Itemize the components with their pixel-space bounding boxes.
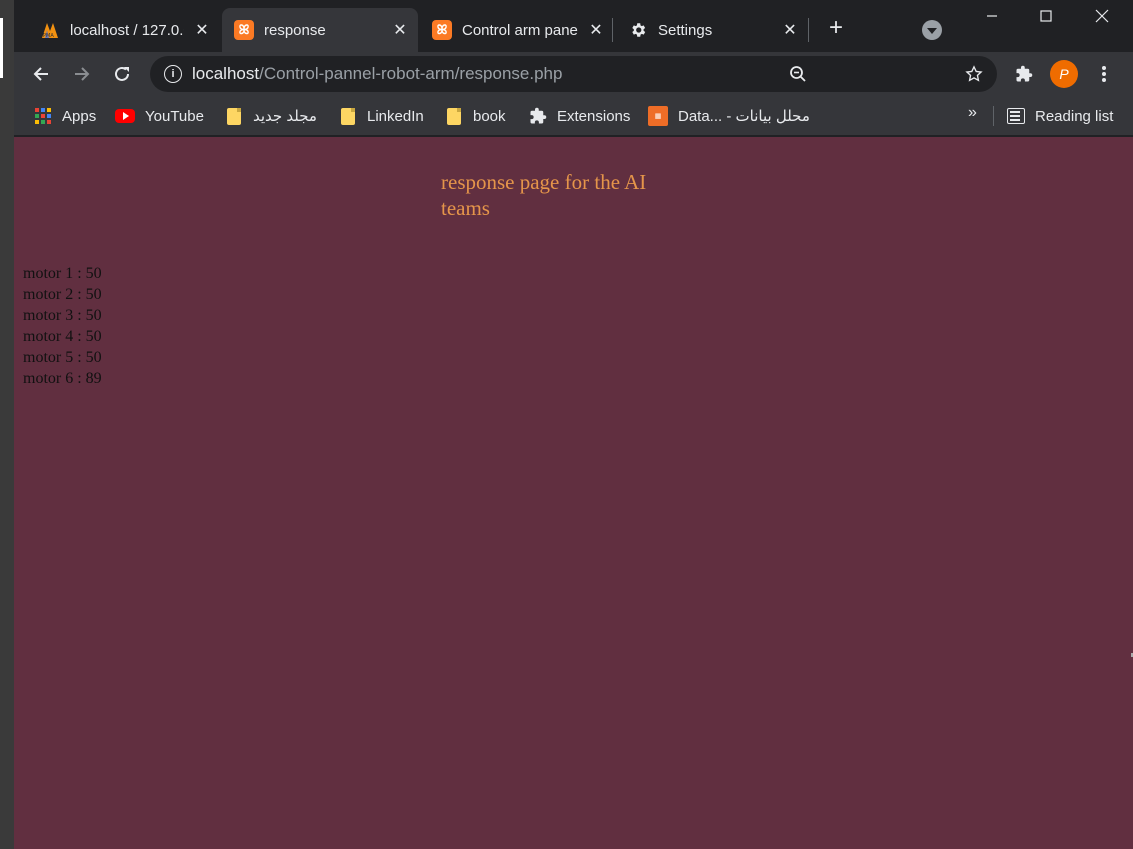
tab-title: Settings — [658, 21, 713, 39]
tab-title: localhost / 127.0.0 — [70, 21, 184, 39]
arrow-left-icon — [33, 67, 48, 81]
extensions-button[interactable] — [1008, 58, 1040, 90]
arrow-right-icon — [75, 67, 90, 81]
bookmark-label: book — [473, 107, 506, 125]
youtube-icon — [115, 107, 135, 125]
profile-avatar[interactable]: P — [1050, 60, 1078, 88]
motor-2-value: motor 2 : 50 — [23, 286, 102, 303]
maximize-icon — [1040, 10, 1052, 22]
folder-icon — [445, 107, 463, 125]
page-content: response page for the AI teams motor 1 :… — [14, 137, 1133, 849]
window-edge-highlight — [0, 18, 3, 78]
bookmarks-divider — [993, 106, 994, 126]
toolbar: i localhost/Control-pannel-robot-arm/res… — [14, 52, 1133, 96]
reading-list-icon — [1007, 107, 1025, 125]
reading-list-label: Reading list — [1035, 107, 1114, 125]
bookmark-label: مجلد جديد — [253, 108, 317, 125]
star-icon — [965, 65, 983, 82]
zoom-out-icon — [790, 66, 806, 82]
tab-title: response — [264, 21, 326, 39]
motor-6-value: motor 6 : 89 — [23, 370, 102, 387]
close-window-button[interactable] — [1079, 0, 1125, 32]
svg-text:PMA: PMA — [43, 33, 54, 39]
new-tab-button[interactable]: + — [822, 14, 850, 42]
bookmark-label: Extensions — [557, 107, 631, 125]
back-button[interactable] — [25, 58, 57, 90]
puzzle-icon — [529, 107, 547, 125]
window-left-edge — [0, 0, 14, 849]
tab-strip: PMA localhost / 127.0.0 ✕ ꕤ response ✕ ꕤ… — [14, 0, 1133, 52]
url-text: localhost/Control-pannel-robot-arm/respo… — [192, 64, 562, 84]
tab-title: Control arm panel — [462, 21, 578, 39]
page-heading: response page for the AI teams — [441, 170, 647, 220]
folder-icon — [339, 107, 357, 125]
tab-divider — [808, 18, 809, 42]
bookmark-data-analyst[interactable]: ▦ Data... - محلل بيانات — [648, 104, 810, 128]
site-info-icon[interactable]: i — [164, 65, 182, 83]
url-host: localhost — [192, 64, 260, 83]
motor-5-value: motor 5 : 50 — [23, 349, 102, 366]
folder-icon — [225, 107, 243, 125]
xampp-icon: ꕤ — [432, 20, 452, 40]
address-bar[interactable]: i localhost/Control-pannel-robot-arm/res… — [150, 56, 997, 92]
apps-grid-icon — [34, 107, 52, 125]
bookmark-apps[interactable]: Apps — [34, 104, 96, 128]
bookmark-star-button[interactable] — [958, 58, 990, 90]
bookmark-folder-linkedin[interactable]: LinkedIn — [339, 104, 424, 128]
more-bookmarks-button[interactable]: » — [968, 104, 977, 122]
reload-button[interactable] — [106, 58, 138, 90]
bookmark-label: YouTube — [145, 107, 204, 125]
motor-list: motor 1 : 50 motor 2 : 50 motor 3 : 50 m… — [23, 263, 102, 389]
puzzle-icon — [1016, 65, 1033, 82]
zoom-button[interactable] — [782, 58, 814, 90]
bookmark-label: Apps — [62, 107, 97, 125]
phpmyadmin-icon: PMA — [40, 20, 60, 40]
browser-chrome: PMA localhost / 127.0.0 ✕ ꕤ response ✕ ꕤ… — [14, 0, 1133, 137]
close-tab-icon[interactable]: ✕ — [192, 20, 212, 40]
tab-response[interactable]: ꕤ response ✕ — [222, 8, 418, 52]
minimize-icon — [987, 15, 997, 17]
kebab-menu-icon — [1102, 66, 1106, 82]
reading-list-button[interactable]: Reading list — [1007, 104, 1113, 128]
browser-menu-button[interactable] — [1088, 58, 1120, 90]
close-window-icon — [1095, 9, 1109, 23]
tab-settings[interactable]: Settings ✕ — [616, 8, 808, 52]
xampp-icon: ꕤ — [234, 20, 254, 40]
bookmark-folder-book[interactable]: book — [445, 104, 506, 128]
motor-3-value: motor 3 : 50 — [23, 307, 102, 324]
bookmark-label: Data... - محلل بيانات — [678, 108, 810, 125]
bookmark-youtube[interactable]: YouTube — [115, 104, 204, 128]
data-analyst-icon: ▦ — [648, 106, 668, 126]
tab-search-icon[interactable] — [922, 20, 942, 40]
tab-control-arm-panel[interactable]: ꕤ Control arm panel ✕ — [420, 8, 614, 52]
reload-icon — [115, 66, 129, 81]
tab-divider — [612, 18, 613, 42]
bookmarks-bar: Apps YouTube مجلد جديد LinkedIn book Ext… — [14, 96, 1133, 136]
bookmark-extensions[interactable]: Extensions — [529, 104, 630, 128]
motor-4-value: motor 4 : 50 — [23, 328, 102, 345]
url-path: /Control-pannel-robot-arm/response.php — [259, 64, 563, 83]
tab-phpmyadmin[interactable]: PMA localhost / 127.0.0 ✕ — [28, 8, 220, 52]
gear-icon — [628, 20, 648, 40]
close-tab-icon[interactable]: ✕ — [780, 20, 800, 40]
minimize-button[interactable] — [969, 0, 1015, 32]
motor-1-value: motor 1 : 50 — [23, 265, 102, 282]
bookmark-folder-new[interactable]: مجلد جديد — [225, 104, 317, 128]
bookmark-label: LinkedIn — [367, 107, 424, 125]
close-tab-icon[interactable]: ✕ — [390, 20, 410, 40]
close-tab-icon[interactable]: ✕ — [586, 20, 606, 40]
forward-button[interactable] — [66, 58, 98, 90]
maximize-button[interactable] — [1023, 0, 1069, 32]
